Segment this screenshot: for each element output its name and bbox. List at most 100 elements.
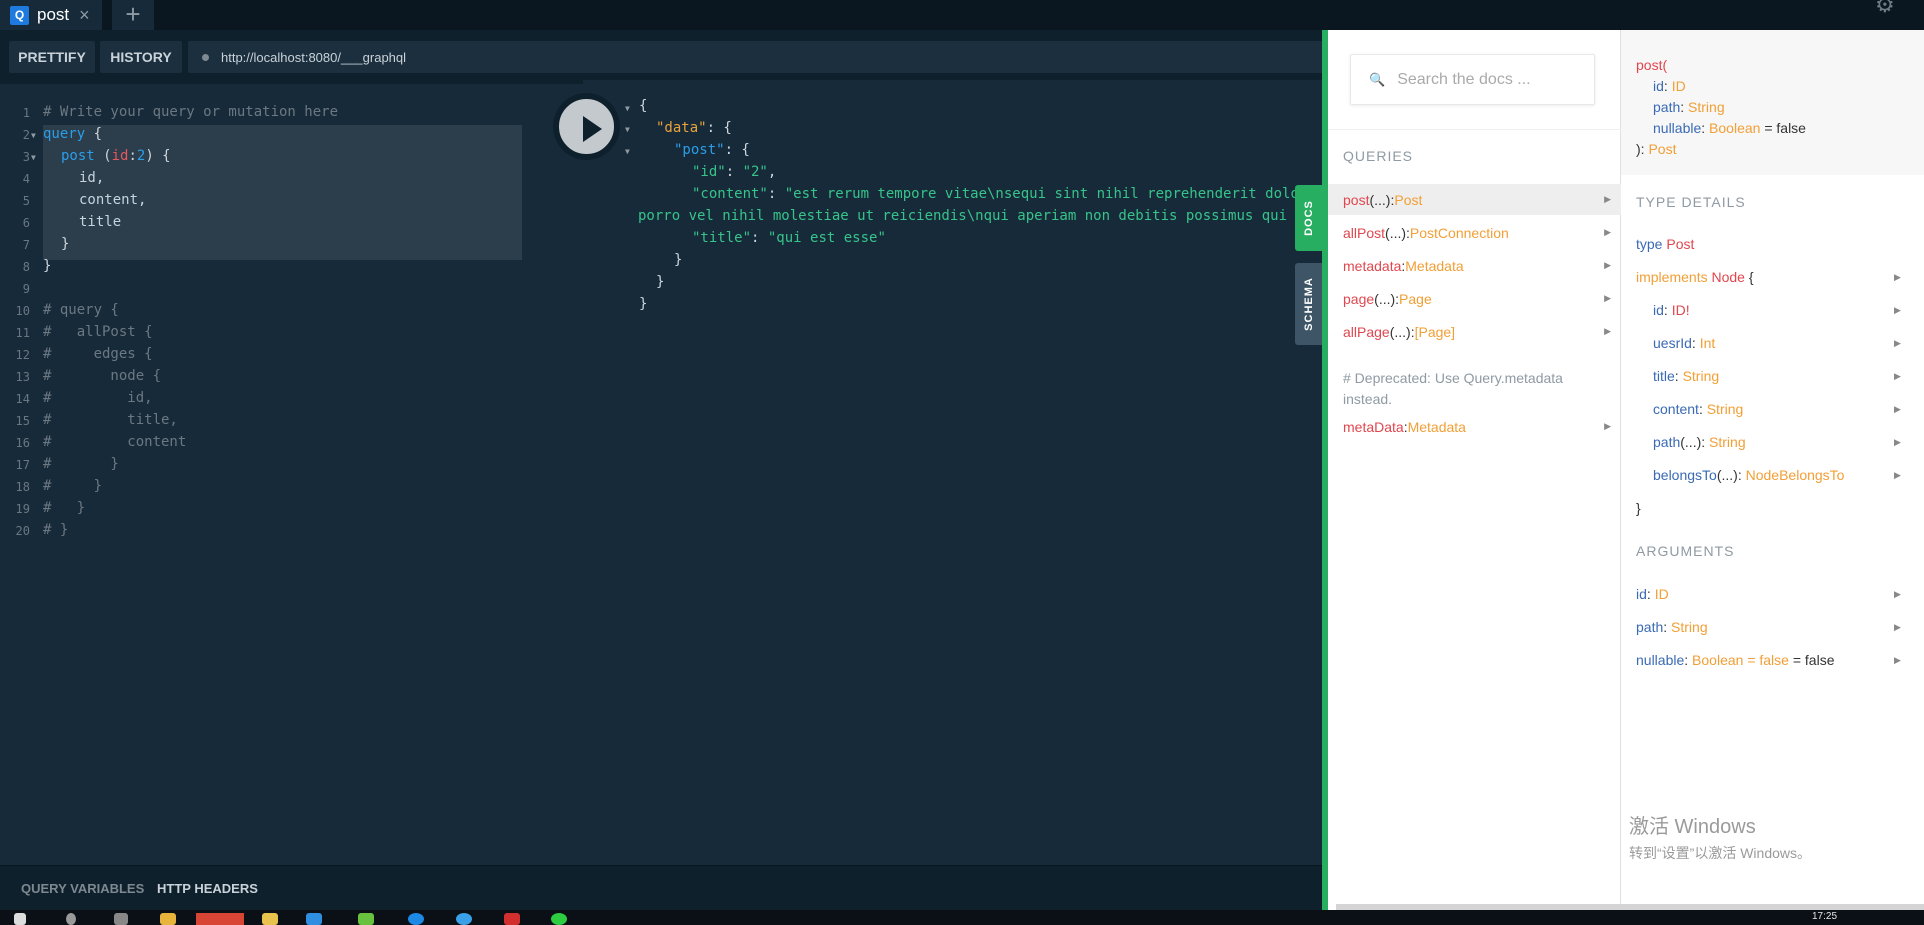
code-line: } [43, 258, 52, 274]
vscode-icon[interactable] [306, 913, 322, 925]
line-number: 2 [22, 128, 30, 142]
query-args: (...) [1369, 191, 1391, 208]
chevron-right-icon: ▶ [1894, 338, 1901, 348]
line-number: 8 [22, 260, 30, 274]
query-type: Metadata [1405, 257, 1464, 274]
query-editor[interactable]: 1 2 3 4 5 6 7 8 9 10 11 12 13 14 15 16 1… [0, 84, 583, 865]
arg-default: = false [1760, 120, 1806, 136]
app-icon[interactable] [262, 913, 278, 925]
windows-start-icon[interactable] [14, 913, 26, 925]
query-item-metadata-deprecated[interactable]: metaData: Metadata ▶ [1328, 411, 1621, 442]
chrome-icon[interactable] [196, 913, 244, 925]
docs-tab-label: DOCS [1303, 200, 1315, 236]
task-view-icon[interactable] [114, 913, 128, 925]
json-line: } [656, 274, 665, 290]
fold-arrow-icon[interactable]: ▼ [625, 125, 630, 134]
type-field-row[interactable]: path(...): String ▶ [1653, 434, 1901, 450]
fold-arrow-icon[interactable]: ▼ [31, 153, 36, 162]
history-button[interactable]: HISTORY [100, 41, 182, 73]
type-field-row[interactable]: uesrId: Int ▶ [1653, 335, 1901, 351]
field-type: String [1709, 434, 1746, 450]
play-icon [583, 116, 602, 142]
gear-icon[interactable]: ⚙ [1875, 0, 1895, 18]
json-punct: : { [706, 120, 732, 136]
search-icon[interactable] [66, 913, 76, 925]
deprecated-note: # Deprecated: Use Query.metadata instead… [1343, 370, 1563, 407]
json-line: porro vel nihil molestiae ut reiciendis\… [638, 208, 1325, 224]
search-icon: 🔍 [1369, 71, 1386, 87]
file-explorer-icon[interactable] [160, 913, 176, 925]
arg-name: path [1636, 619, 1664, 635]
type-field-row[interactable]: title: String ▶ [1653, 368, 1901, 384]
endpoint-url-input[interactable]: http://localhost:8080/___graphql [188, 41, 1328, 73]
http-headers-tab[interactable]: HTTP HEADERS [157, 881, 258, 896]
arg-name: id [1636, 586, 1647, 602]
arguments-heading: ARGUMENTS [1636, 543, 1735, 559]
arg-type: Boolean [1709, 120, 1761, 136]
line-number: 14 [15, 392, 30, 406]
app-icon[interactable] [408, 913, 424, 925]
type-field-row[interactable]: id: ID! ▶ [1653, 302, 1901, 318]
sig-name: post( [1636, 57, 1668, 73]
argument-row[interactable]: id: ID ▶ [1636, 586, 1901, 602]
query-item-metadata[interactable]: metadata: Metadata ▶ [1328, 250, 1621, 281]
code-line: # node { [43, 368, 162, 384]
watermark-subtitle: 转到“设置”以激活 Windows。 [1629, 845, 1812, 861]
post-field: post [61, 148, 95, 164]
sig-return: ): Post [1636, 141, 1676, 157]
query-args: (...) [1389, 323, 1411, 340]
field-type: Int [1699, 335, 1716, 351]
query-item-post[interactable]: post (...): Post ▶ [1328, 184, 1621, 215]
query-item-allpage[interactable]: allPage (...): [Page] ▶ [1328, 316, 1621, 347]
code-line: } [61, 236, 70, 252]
type-field-row[interactable]: belongsTo(...): NodeBelongsTo ▶ [1653, 467, 1901, 483]
query-variables-tab[interactable]: QUERY VARIABLES [21, 881, 144, 896]
sig-arg: nullable: Boolean = false [1653, 120, 1806, 136]
argument-row[interactable]: nullable: Boolean = false = false ▶ [1636, 652, 1901, 668]
app-icon[interactable] [358, 913, 374, 925]
type-name[interactable]: Post [1666, 236, 1694, 252]
field-type: String [1682, 368, 1720, 384]
query-item-page[interactable]: page (...): Page ▶ [1328, 283, 1621, 314]
field-type: ID! [1671, 302, 1690, 318]
code-line: content, [79, 192, 147, 208]
schema-tab[interactable]: SCHEMA [1295, 263, 1323, 345]
json-punct: , [767, 164, 777, 180]
chevron-right-icon: ▶ [1894, 371, 1901, 381]
code-line: # query { [43, 302, 119, 318]
results-pane: ▼ ▼ ▼ { "data": { "post": { "id": "2", "… [583, 80, 1325, 865]
fold-arrow-icon[interactable]: ▼ [625, 104, 630, 113]
return-type: Post [1648, 141, 1677, 157]
execute-query-button[interactable] [555, 95, 618, 158]
close-tab-icon[interactable]: × [79, 5, 90, 26]
taskbar: 17:25 [0, 910, 1924, 925]
bottom-panel-tabs: QUERY VARIABLES HTTP HEADERS [0, 865, 1324, 910]
wechat-icon[interactable] [551, 913, 567, 925]
field-name: content [1653, 401, 1699, 417]
json-punct: : [767, 186, 785, 202]
app-icon[interactable] [456, 913, 472, 925]
prettify-button[interactable]: PRETTIFY [9, 41, 95, 73]
implements-decl[interactable]: implements Node {▶ [1636, 269, 1901, 285]
line-number: 18 [15, 480, 30, 494]
watermark-title: 激活 Windows [1629, 816, 1756, 838]
code-line: query { [43, 126, 102, 142]
argument-row[interactable]: path: String ▶ [1636, 619, 1901, 635]
app-icon[interactable] [504, 913, 520, 925]
tab-post[interactable]: Q post × [0, 0, 102, 30]
json-key: "id" [692, 164, 726, 180]
type-field-row[interactable]: content: String ▶ [1653, 401, 1901, 417]
chevron-right-icon: ▶ [1604, 260, 1611, 270]
query-name: allPost [1343, 224, 1386, 241]
line-number: 13 [15, 370, 30, 384]
json-key: "title" [692, 230, 752, 246]
fold-arrow-icon[interactable]: ▼ [31, 131, 36, 140]
fold-arrow-icon[interactable]: ▼ [625, 147, 630, 156]
line-number: 12 [15, 348, 30, 362]
docs-search-input[interactable]: 🔍 Search the docs ... [1350, 54, 1595, 105]
new-tab-button[interactable]: + [112, 0, 154, 30]
queries-heading: QUERIES [1343, 148, 1414, 164]
arg-type: Boolean = false [1692, 652, 1789, 668]
docs-tab[interactable]: DOCS [1295, 185, 1323, 251]
query-item-allpost[interactable]: allPost (...): PostConnection ▶ [1328, 217, 1621, 248]
